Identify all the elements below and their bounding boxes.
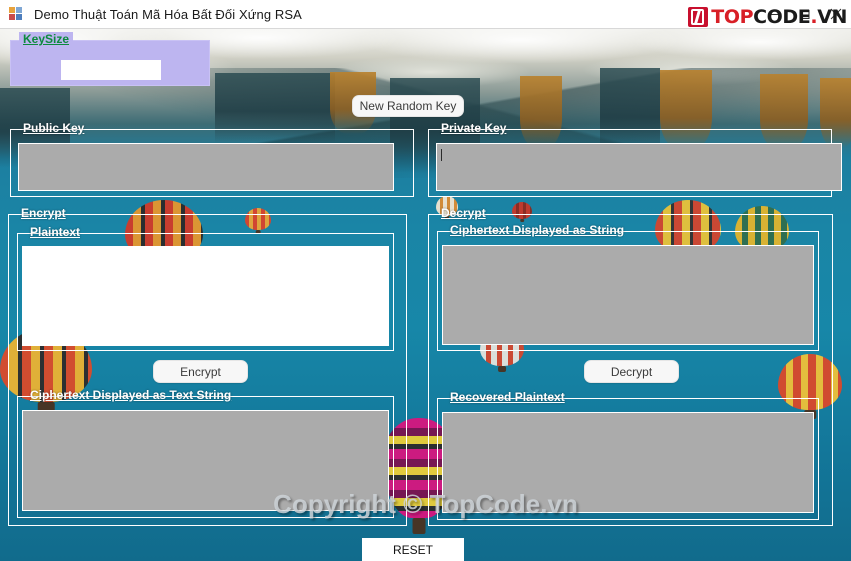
ciphertext-text-string-field[interactable] xyxy=(22,410,389,511)
text-caret xyxy=(441,149,442,161)
logo-top-text: TOP xyxy=(711,6,754,28)
application-window: Demo Thuật Toán Mã Hóa Bất Đối Xứng RSA xyxy=(0,0,851,561)
group-encrypt-label: Encrypt xyxy=(21,206,66,220)
topcode-logo: TOPCODE.VN xyxy=(688,6,847,28)
group-decrypt-label: Decrypt xyxy=(441,206,486,220)
recovered-plaintext-field[interactable] xyxy=(442,412,814,513)
ciphertext-string-field[interactable] xyxy=(442,245,814,345)
group-plaintext-label: Plaintext xyxy=(30,225,81,239)
group-private-key-label: Private Key xyxy=(441,121,507,135)
topcode-logo-text: TOPCODE.VN xyxy=(711,7,847,27)
group-keysize-label: KeySize xyxy=(19,32,74,46)
logo-vn-text: VN xyxy=(817,6,847,28)
logo-code-text: CODE xyxy=(753,6,811,28)
topcode-logo-icon xyxy=(688,7,709,27)
new-random-key-button[interactable]: New Random Key xyxy=(352,95,464,117)
reset-button[interactable]: RESET xyxy=(362,538,464,561)
encrypt-button[interactable]: Encrypt xyxy=(153,360,248,383)
private-key-field[interactable] xyxy=(436,143,842,191)
group-ciphertext-string-label: Ciphertext Displayed as String xyxy=(450,223,625,237)
public-key-field[interactable] xyxy=(18,143,394,191)
group-public-key-label: Public Key xyxy=(23,121,85,135)
plaintext-input[interactable] xyxy=(22,246,389,346)
group-recovered-plaintext-label: Recovered Plaintext xyxy=(450,390,565,404)
app-window-icon xyxy=(8,6,24,22)
keysize-input[interactable] xyxy=(61,60,161,80)
decrypt-button[interactable]: Decrypt xyxy=(584,360,679,383)
group-ciphertext-text-string-label: Ciphertext Displayed as Text String xyxy=(30,388,232,402)
window-title: Demo Thuật Toán Mã Hóa Bất Đối Xứng RSA xyxy=(34,6,302,22)
